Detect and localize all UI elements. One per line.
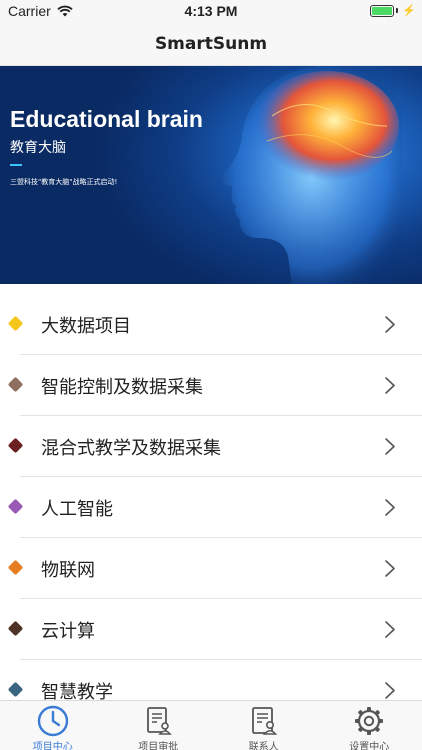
list-item-label: 智能控制及数据采集 — [41, 377, 203, 398]
tab-label: 设置中心 — [349, 742, 390, 750]
tab-item[interactable]: 项目审批 — [106, 701, 212, 750]
tab-label: 项目审批 — [138, 742, 179, 750]
diamond-bullet-icon — [7, 559, 24, 576]
chevron-right-icon — [385, 499, 395, 516]
banner-title: Educational brain — [10, 106, 203, 132]
tab-item[interactable]: 项目中心 — [0, 701, 106, 750]
battery-icon — [370, 4, 395, 17]
tab-item[interactable]: 设置中心 — [317, 701, 422, 750]
banner-subtitle: 教育大脑 — [10, 140, 66, 156]
list-item-label: 云计算 — [41, 621, 95, 642]
diamond-bullet-icon — [7, 620, 24, 637]
tab-label: 联系人 — [248, 742, 279, 750]
tab-item[interactable]: 联系人 — [211, 701, 317, 750]
list-item[interactable]: 云计算 — [0, 599, 422, 660]
banner-description: 三盟科技"教育大脑"战略正式启动! — [10, 178, 118, 186]
diamond-bullet-icon — [7, 376, 24, 393]
list-item-label: 大数据项目 — [41, 316, 131, 337]
brain-head-illustration — [221, 66, 402, 284]
contacts-icon — [247, 704, 281, 738]
list-item[interactable]: 大数据项目 — [0, 294, 422, 355]
diamond-bullet-icon — [7, 681, 24, 698]
diamond-bullet-icon — [7, 498, 24, 515]
diamond-bullet-icon — [7, 437, 24, 454]
banner-accent-line — [10, 164, 22, 166]
list-item[interactable]: 混合式教学及数据采集 — [0, 416, 422, 477]
document-approval-icon — [141, 704, 175, 738]
banner[interactable]: Educational brain 教育大脑 三盟科技"教育大脑"战略正式启动! — [0, 66, 422, 284]
tab-bar: 项目中心 项目审批 联系人 设置中心 — [0, 700, 422, 750]
chevron-right-icon — [385, 682, 395, 699]
list-item[interactable]: 人工智能 — [0, 477, 422, 538]
charging-bolt-icon: ⚡ — [402, 5, 416, 17]
chevron-right-icon — [385, 377, 395, 394]
list-item[interactable]: 智能控制及数据采集 — [0, 355, 422, 416]
chevron-right-icon — [385, 560, 395, 577]
status-time: 4:13 PM — [184, 3, 238, 19]
diamond-bullet-icon — [7, 315, 24, 332]
battery-tip — [396, 8, 399, 13]
list-item-label: 人工智能 — [41, 499, 113, 520]
page-title: SmartSunm — [154, 34, 268, 54]
chevron-right-icon — [385, 438, 395, 455]
list-item[interactable]: 物联网 — [0, 538, 422, 599]
tab-label: 项目中心 — [32, 742, 73, 750]
status-right: ⚡ — [370, 4, 416, 17]
list-item-label: 物联网 — [41, 560, 95, 581]
clock-icon — [36, 704, 70, 738]
status-bar: Carrier 4:13 PM ⚡ — [0, 0, 422, 22]
list-item-label: 混合式教学及数据采集 — [41, 438, 221, 459]
chevron-right-icon — [385, 316, 395, 333]
gear-icon — [352, 704, 386, 738]
chevron-right-icon — [385, 621, 395, 638]
navigation-bar: SmartSunm — [0, 22, 422, 66]
project-list: 大数据项目 智能控制及数据采集 混合式教学及数据采集 人工智能 物联网 云计算 智慧教学 — [0, 294, 422, 721]
